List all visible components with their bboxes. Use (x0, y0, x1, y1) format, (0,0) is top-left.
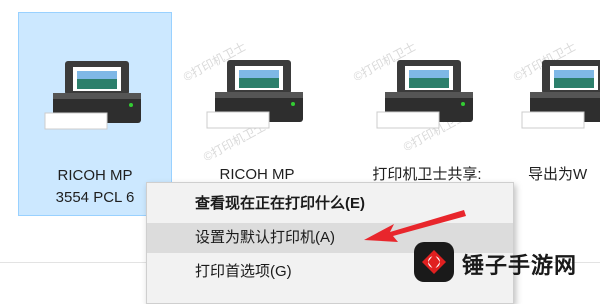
printer-icon (521, 60, 600, 129)
printer-icon (206, 60, 303, 129)
desktop-printer-view: ©打印机卫士 ©打印机卫士 ©打印机卫士 ©打印机卫士 ©打印机卫士 ©打印机卫… (0, 0, 600, 304)
printer-tile-export[interactable]: 导出为W (512, 12, 600, 216)
printer-name: 导出为W (528, 166, 588, 183)
logo-mark-icon (414, 242, 454, 282)
logo-text: 锤子手游网 (462, 253, 578, 278)
printer-icon (44, 61, 141, 130)
printer-icon (376, 60, 473, 129)
site-logo: 锤子手游网 (412, 236, 598, 286)
